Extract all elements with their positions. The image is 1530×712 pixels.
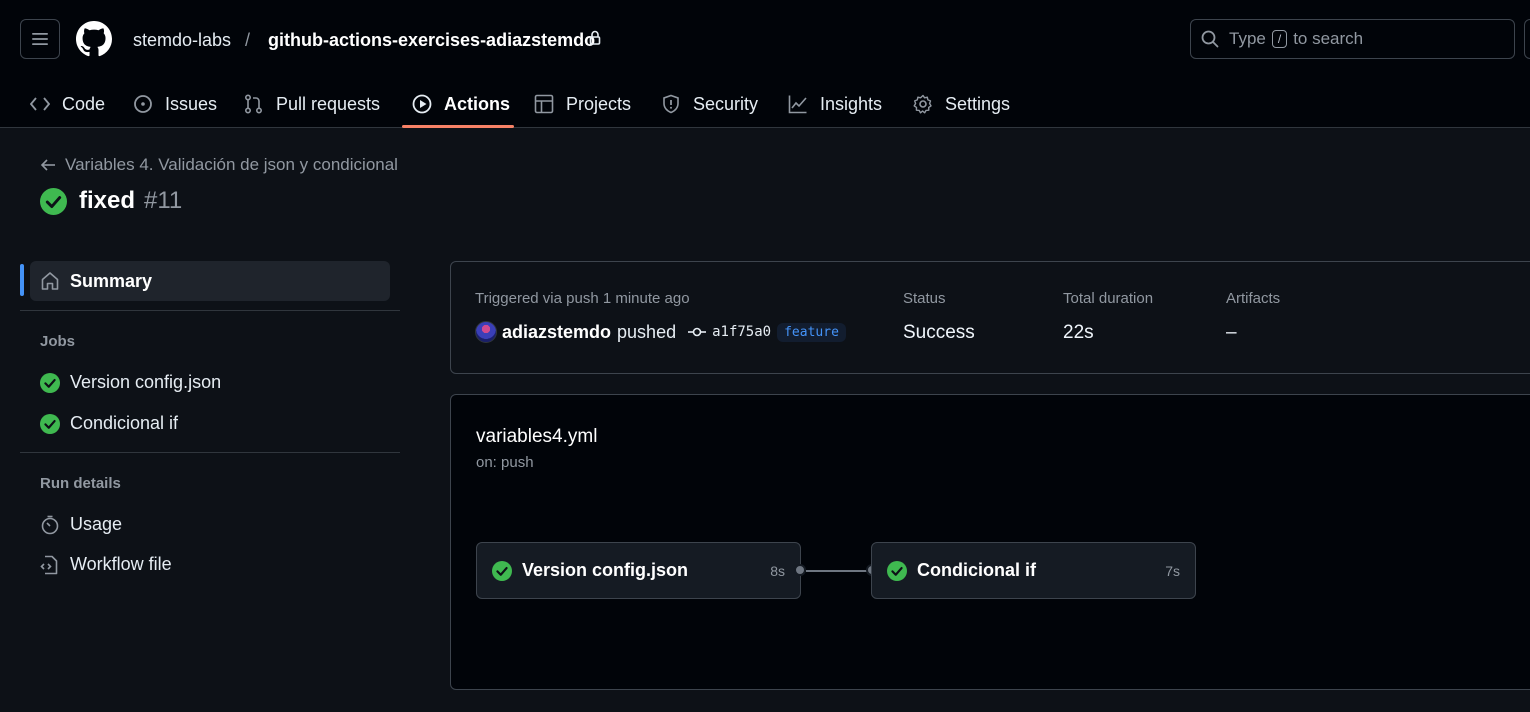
breadcrumb-repo[interactable]: github-actions-exercises-adiazstemdo	[268, 29, 595, 51]
check-circle-icon	[40, 187, 67, 215]
sidebar-item-label: Workflow file	[70, 554, 172, 574]
tab-label: Code	[62, 93, 106, 114]
search-icon	[1201, 30, 1219, 48]
lock-icon	[589, 30, 601, 46]
sidebar-item-job[interactable]: Condicional if	[40, 413, 178, 434]
search-suffix: to search	[1293, 29, 1364, 48]
tab-label: Settings	[945, 93, 1011, 114]
check-circle-icon	[40, 372, 60, 393]
run-number: #11	[144, 187, 183, 214]
tab-label: Actions	[444, 93, 511, 114]
commit-sha-link[interactable]: a1f75a0	[712, 324, 771, 340]
active-tab-indicator	[402, 125, 514, 128]
gear-icon	[913, 94, 932, 114]
run-title: fixed #11	[40, 187, 182, 215]
file-code-icon	[40, 555, 58, 574]
avatar[interactable]	[475, 321, 497, 343]
trigger-info: adiazstemdo pushed a1f75a0 feature	[475, 320, 846, 344]
tab-security[interactable]: Security	[661, 80, 758, 128]
sidebar-item-label: Version config.json	[70, 372, 222, 392]
workflow-back-link[interactable]: Variables 4. Validación de json y condic…	[40, 155, 398, 175]
top-bar: stemdo-labs / github-actions-exercises-a…	[0, 0, 1530, 128]
job-connector	[806, 570, 868, 572]
tab-insights[interactable]: Insights	[788, 80, 882, 128]
github-logo-icon[interactable]	[76, 21, 112, 57]
tab-issues[interactable]: Issues	[133, 80, 217, 128]
tab-pull-requests[interactable]: Pull requests	[244, 80, 380, 128]
sidebar-divider	[20, 310, 400, 311]
pull-request-icon	[244, 94, 263, 114]
stopwatch-icon	[41, 515, 59, 534]
check-circle-icon	[40, 413, 60, 434]
branch-badge[interactable]: feature	[777, 322, 846, 342]
check-circle-icon	[492, 560, 512, 581]
tab-projects[interactable]: Projects	[534, 80, 631, 128]
search-input[interactable]: Type / to search	[1190, 19, 1515, 59]
job-node-condicional-if[interactable]: Condicional if 7s	[871, 542, 1196, 599]
tab-label: Insights	[820, 93, 883, 114]
breadcrumb-owner[interactable]: stemdo-labs	[133, 29, 231, 51]
tab-code[interactable]: Code	[30, 80, 105, 128]
tab-actions[interactable]: Actions	[412, 80, 510, 128]
duration-label: Total duration	[1063, 290, 1154, 307]
tab-settings[interactable]: Settings	[913, 80, 1010, 128]
workflow-file-name: variables4.yml	[476, 426, 598, 447]
jobs-heading: Jobs	[40, 333, 76, 350]
job-name: Version config.json	[522, 560, 689, 580]
workflow-name: Variables 4. Validación de json y condic…	[65, 155, 398, 174]
home-icon	[41, 272, 59, 290]
sidebar-item-label: Usage	[70, 514, 123, 534]
tab-label: Issues	[165, 93, 218, 114]
tab-label: Security	[693, 93, 759, 114]
header-action-button[interactable]	[1524, 19, 1530, 59]
run-details-heading: Run details	[40, 475, 121, 492]
sidebar-item-usage[interactable]: Usage	[40, 514, 122, 535]
job-node-version-config[interactable]: Version config.json 8s	[476, 542, 801, 599]
triggered-label: Triggered via push 1 minute ago	[475, 290, 690, 307]
artifacts-value: –	[1226, 322, 1237, 343]
duration-value: 22s	[1063, 322, 1094, 343]
search-prefix: Type	[1229, 29, 1266, 48]
tab-label: Projects	[566, 93, 632, 114]
connector-dot	[794, 564, 806, 576]
git-commit-icon	[688, 327, 707, 337]
run-name: fixed	[79, 187, 136, 214]
issue-icon	[134, 95, 152, 113]
job-name: Condicional if	[917, 560, 1036, 580]
hamburger-icon	[32, 33, 48, 45]
search-shortcut-key: /	[1271, 30, 1288, 48]
run-summary-card	[450, 261, 1530, 374]
menu-button[interactable]	[20, 19, 60, 59]
sidebar-item-summary[interactable]: Summary	[30, 261, 390, 301]
code-icon	[30, 97, 50, 111]
status-label: Status	[903, 290, 946, 307]
workflow-trigger: on: push	[476, 454, 534, 471]
play-icon	[412, 94, 432, 114]
tab-label: Pull requests	[276, 93, 381, 114]
arrow-left-icon	[40, 159, 55, 171]
status-value: Success	[903, 322, 975, 343]
job-duration: 8s	[770, 562, 785, 579]
sidebar-item-label: Condicional if	[70, 413, 179, 433]
sidebar-divider	[20, 452, 400, 453]
shield-icon	[663, 94, 679, 114]
graph-icon	[788, 95, 807, 114]
active-nav-indicator	[20, 264, 24, 296]
check-circle-icon	[887, 560, 907, 581]
job-duration: 7s	[1165, 562, 1180, 579]
sidebar-item-workflow-file[interactable]: Workflow file	[40, 554, 172, 575]
trigger-action: pushed	[617, 321, 677, 342]
actor-link[interactable]: adiazstemdo	[502, 322, 611, 343]
sidebar-item-job[interactable]: Version config.json	[40, 372, 221, 393]
artifacts-label: Artifacts	[1226, 290, 1281, 307]
sidebar-item-label: Summary	[70, 270, 153, 291]
table-icon	[534, 94, 554, 114]
breadcrumb-separator: /	[245, 30, 251, 50]
